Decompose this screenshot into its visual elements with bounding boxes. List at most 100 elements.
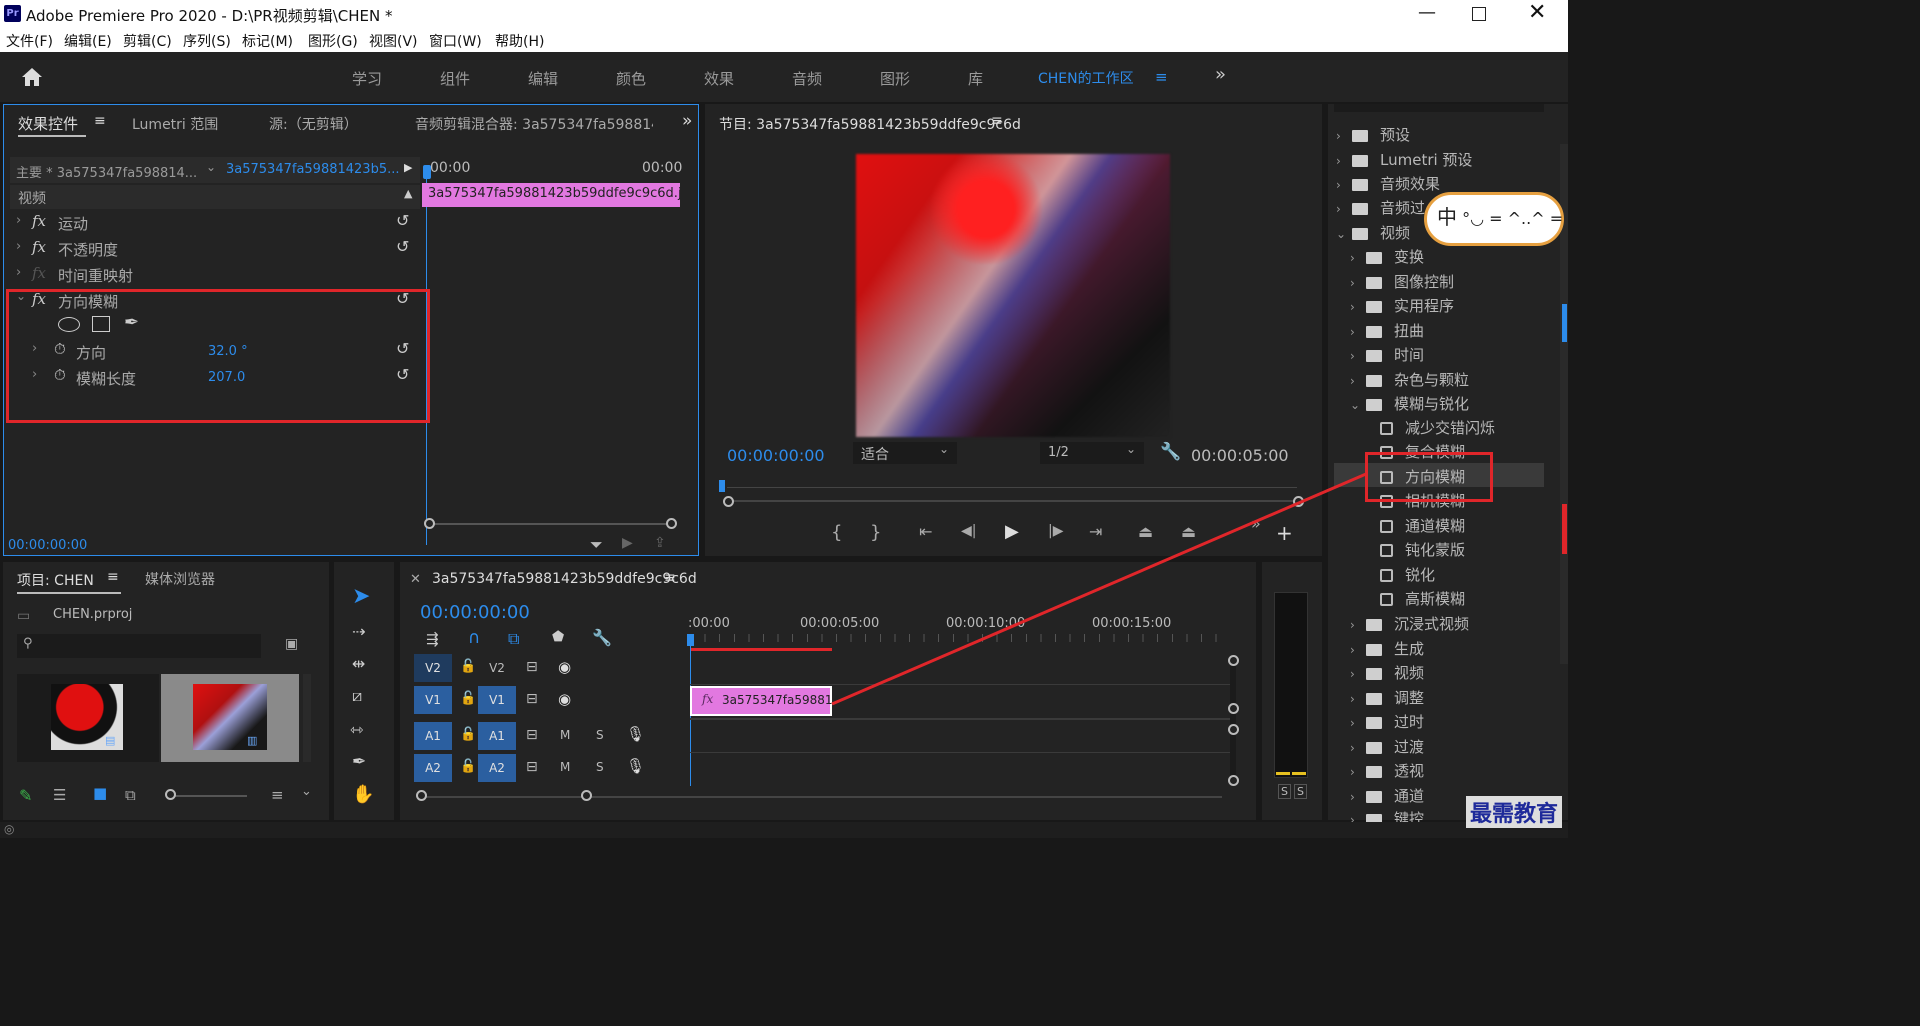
timeline-timecode[interactable]: 00:00:00:00 [420, 602, 530, 623]
lock-icon[interactable]: 🔓 [460, 727, 476, 742]
step-back-icon[interactable]: ◀| [961, 523, 976, 539]
target-v1[interactable]: V1 [478, 686, 516, 714]
workspace-assembly[interactable]: 组件 [440, 68, 470, 89]
chevron-right-icon[interactable]: › [1350, 667, 1366, 681]
effects-tree-item[interactable]: 钝化蒙版 [1380, 539, 1465, 560]
rectangle-mask-icon[interactable] [92, 316, 110, 332]
track-select-icon[interactable]: ⇢ [352, 622, 365, 641]
lock-icon[interactable]: 🔓 [460, 691, 476, 706]
microphone-icon[interactable]: 🎙 [626, 725, 645, 743]
effects-tree-item[interactable]: › Lumetri 预设 [1336, 149, 1472, 170]
step-forward-icon[interactable]: |▶ [1048, 523, 1063, 539]
sequence-menu-icon[interactable]: ≡ [664, 570, 676, 586]
chevron-right-icon[interactable]: › [1336, 202, 1352, 216]
tab-audio-clip-mixer[interactable]: 音频剪辑混合器: 3a575347fa598814 [415, 114, 653, 134]
chevron-down-icon[interactable]: ⌄ [1350, 398, 1366, 412]
solo-right-button[interactable]: S [1294, 784, 1307, 799]
effects-tree-item[interactable]: 通道模糊 [1380, 515, 1465, 536]
reset-icon[interactable]: ↺ [396, 339, 409, 358]
scroll-handle-top[interactable] [1228, 655, 1239, 666]
menu-edit[interactable]: 编辑(E) [64, 31, 112, 51]
workspace-graphics[interactable]: 图形 [880, 68, 910, 89]
mute-button[interactable]: M [560, 760, 570, 774]
timeline-h-scrollbar[interactable] [422, 796, 1222, 798]
more-controls-icon[interactable]: » [1251, 514, 1261, 533]
effects-tree-item[interactable]: › 过时 [1350, 711, 1424, 732]
chevron-right-icon[interactable]: › [1336, 154, 1352, 168]
scroll-handle-right[interactable] [581, 790, 592, 801]
tab-lumetri-scopes[interactable]: Lumetri 范围 [132, 114, 218, 134]
new-bin-icon[interactable]: ▣ [285, 636, 298, 652]
effects-tree-item[interactable]: › 过渡 [1350, 736, 1424, 757]
selection-tool-icon[interactable]: ➤ [352, 584, 370, 609]
slip-icon[interactable]: ⇿ [350, 720, 363, 739]
effects-tree-item[interactable]: › 变换 [1350, 246, 1424, 267]
effect-controls-menu-icon[interactable]: ≡ [94, 113, 106, 129]
lock-icon[interactable]: 🔓 [460, 659, 476, 674]
source-patch-a1[interactable]: A1 [414, 722, 452, 750]
nest-icon[interactable]: ⇶ [426, 630, 439, 648]
workspace-audio[interactable]: 音频 [792, 68, 822, 89]
chevron-down-icon[interactable]: ⌄ [1336, 227, 1352, 241]
solo-button[interactable]: S [596, 728, 604, 742]
workspace-color[interactable]: 颜色 [616, 68, 646, 89]
play-triangle-icon[interactable]: ▶ [404, 161, 412, 174]
effects-tree-item[interactable]: 方向模糊 [1380, 466, 1465, 487]
chevron-right-icon[interactable]: › [1350, 790, 1366, 804]
fx-row-motion[interactable]: › fx 运动 ↺ [10, 211, 420, 235]
effects-tree-item[interactable]: › 扭曲 [1350, 320, 1424, 341]
freeform-view-icon[interactable]: ⧉ [125, 786, 136, 804]
menu-clip[interactable]: 剪辑(C) [123, 31, 172, 51]
scroll-handle[interactable] [1228, 703, 1239, 714]
close-icon[interactable]: ✕ [1528, 0, 1546, 25]
timeline-playhead[interactable] [687, 634, 694, 646]
effects-tree-item[interactable]: 减少交错闪烁 [1380, 417, 1495, 438]
param-row-blur-length[interactable]: › ⏱ 模糊长度 207.0 ↺ [10, 365, 420, 389]
param-direction-value[interactable]: 32.0 ° [208, 344, 248, 359]
zoom-slider-handle[interactable] [165, 789, 176, 800]
fit-dropdown[interactable]: 适合 ⌄ [853, 442, 957, 464]
ec-zoom-scrollbar[interactable] [428, 523, 676, 525]
ec-timecode[interactable]: 00:00:00:00 [8, 538, 87, 553]
pencil-icon[interactable]: ✎ [19, 786, 32, 805]
chevron-down-icon[interactable]: ⌄ [301, 784, 312, 799]
effects-tree-item[interactable]: › 图像控制 [1350, 271, 1454, 292]
source-patch-a2[interactable]: A2 [414, 754, 452, 782]
program-zoom-bar[interactable] [729, 500, 1299, 502]
tab-effect-controls[interactable]: 效果控件 [18, 113, 78, 134]
chevron-right-icon[interactable]: › [1350, 741, 1366, 755]
workspace-libraries[interactable]: 库 [968, 68, 983, 89]
close-sequence-icon[interactable]: ✕ [410, 572, 421, 587]
chevron-right-icon[interactable]: › [1350, 325, 1366, 339]
project-search-input[interactable]: ⚲ [17, 634, 261, 658]
scroll-handle-left[interactable] [723, 496, 734, 507]
home-icon[interactable] [20, 66, 44, 88]
scroll-handle-left[interactable] [424, 518, 435, 529]
menu-help[interactable]: 帮助(H) [495, 31, 544, 51]
effects-tree-item[interactable]: 高斯模糊 [1380, 588, 1465, 609]
timeline-clip-v1[interactable]: fx 3a575347fa598814 [690, 686, 840, 716]
workspace-learning[interactable]: 学习 [352, 68, 382, 89]
media-thumbnail-1[interactable]: ▤ [17, 674, 159, 762]
project-scrollbar[interactable] [303, 674, 311, 762]
effects-tree-item[interactable]: › 沉浸式视频 [1350, 613, 1469, 634]
mark-in-icon[interactable]: { [831, 522, 842, 543]
project-menu-icon[interactable]: ≡ [107, 569, 119, 585]
workspace-menu-icon[interactable]: ≡ [1155, 68, 1168, 86]
program-menu-icon[interactable]: ≡ [991, 113, 1003, 129]
chevron-right-icon[interactable]: › [1350, 643, 1366, 657]
snap-magnet-icon[interactable]: ∩ [468, 628, 480, 648]
play-audio-icon[interactable]: ▶ [622, 535, 633, 551]
wrench-icon[interactable]: 🔧 [592, 628, 612, 647]
tab-project[interactable]: 项目: CHEN [17, 570, 94, 590]
effects-tree-item[interactable]: › 视频 [1350, 662, 1424, 683]
more-workspaces-icon[interactable]: » [1215, 64, 1226, 85]
stopwatch-icon[interactable]: ⏱ [54, 366, 66, 384]
effects-tree-item[interactable]: › 实用程序 [1350, 295, 1454, 316]
source-patch-v1[interactable]: V1 [414, 686, 452, 714]
scroll-handle-bottom[interactable] [1228, 775, 1239, 786]
source-patch-v2[interactable]: V2 [414, 654, 452, 682]
sync-lock-icon[interactable]: ⊟ [526, 759, 538, 775]
workspace-editing[interactable]: 编辑 [528, 68, 558, 89]
linked-selection-icon[interactable]: ⧉ [508, 629, 519, 649]
